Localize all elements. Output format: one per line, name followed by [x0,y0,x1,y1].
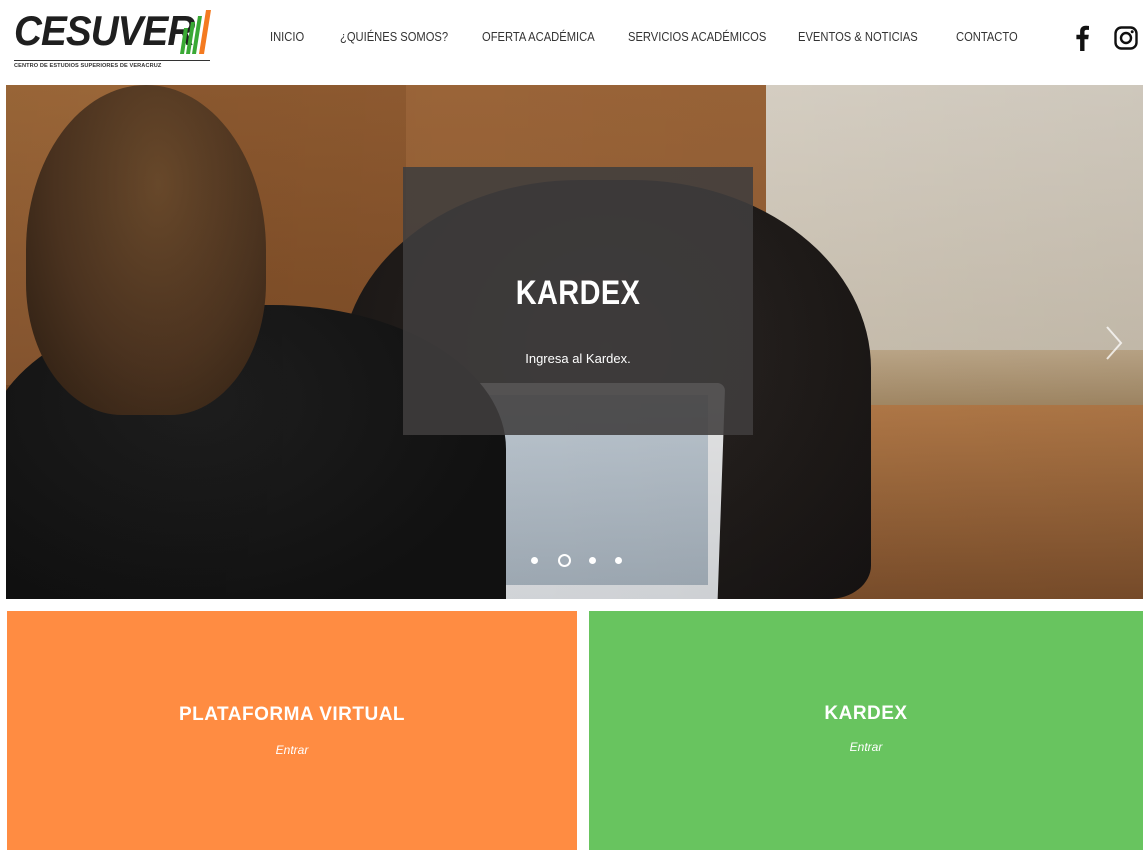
hero-title: KARDEX [515,274,641,312]
slide-dot-1[interactable] [531,557,538,564]
nav-item-quienes-somos[interactable]: ¿QUIÉNES SOMOS? [340,29,448,44]
logo-tagline: CENTRO DE ESTUDIOS SUPERIORES DE VERACRU… [14,60,210,69]
hero-subtitle: Ingresa al Kardex. [525,351,631,366]
nav-item-inicio[interactable]: INICIO [270,29,304,44]
instagram-icon[interactable] [1114,26,1138,50]
slide-indicators [528,554,628,568]
nav-item-eventos-noticias[interactable]: EVENTOS & NOTICIAS [798,29,918,44]
card-title: KARDEX [824,703,908,724]
card-plataforma-virtual[interactable]: PLATAFORMA VIRTUAL Entrar [7,611,577,850]
card-link-entrar[interactable]: Entrar [589,740,1143,754]
facebook-icon[interactable] [1072,25,1092,51]
hero-slideshow[interactable]: KARDEX Ingresa al Kardex. [6,85,1143,599]
hero-caption-box: KARDEX Ingresa al Kardex. [403,167,753,435]
cesuver-logo[interactable]: CESUVER CENTRO DE ESTUDIOS SUPERIORES DE… [14,6,214,76]
site-header: CESUVER CENTRO DE ESTUDIOS SUPERIORES DE… [0,0,1143,84]
slide-dot-4[interactable] [615,557,622,564]
chevron-right-icon[interactable] [1104,325,1124,361]
card-link-entrar[interactable]: Entrar [7,743,577,757]
logo-wordmark: CESUVER [14,7,195,54]
nav-item-servicios-academicos[interactable]: SERVICIOS ACADÉMICOS [628,29,766,44]
logo-stripes-icon [180,10,211,54]
slide-dot-2[interactable] [558,554,571,567]
card-title: PLATAFORMA VIRTUAL [178,704,406,725]
nav-item-contacto[interactable]: CONTACTO [956,29,1018,44]
nav-item-oferta-academica[interactable]: OFERTA ACADÉMICA [482,29,595,44]
slide-dot-3[interactable] [589,557,596,564]
card-kardex[interactable]: KARDEX Entrar [589,611,1143,850]
